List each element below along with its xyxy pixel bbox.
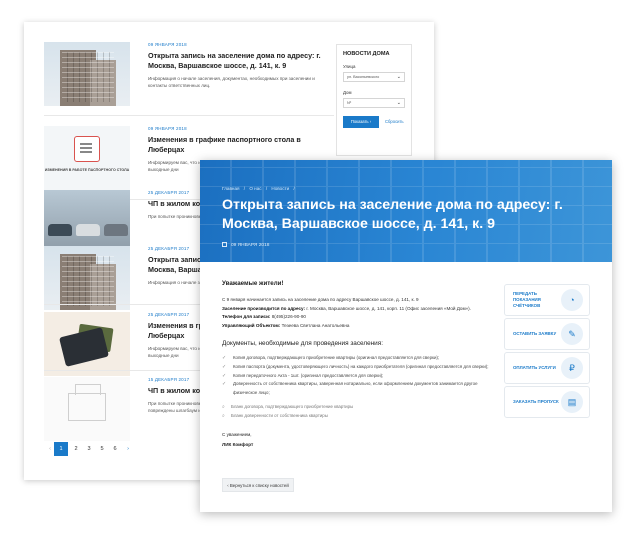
news-thumbnail[interactable] xyxy=(44,190,130,254)
breadcrumb: Главная / О нас / Новости / xyxy=(222,186,298,191)
news-title[interactable]: Изменения в графике паспортного стола в … xyxy=(148,135,334,155)
pagination-page[interactable]: 2 xyxy=(70,442,82,456)
pagination-next[interactable]: › xyxy=(122,442,134,456)
news-item[interactable]: 09 ЯНВАРЯ 2018 Открыта запись на заселен… xyxy=(44,42,334,106)
news-thumbnail[interactable] xyxy=(44,377,130,441)
service-label: ОПЛАТИТЬ УСЛУГИ xyxy=(513,365,556,370)
parking-image xyxy=(44,190,130,254)
news-title[interactable]: Открыта запись на заселение дома по адре… xyxy=(148,51,334,71)
phone-line: Телефон для записи: 8(495)226-90-90 xyxy=(222,313,498,322)
signature-org: ЛИК Комфорт xyxy=(222,442,254,448)
pagination-page[interactable]: 3 xyxy=(83,442,95,456)
article-window: Главная / О нас / Новости / Открыта запи… xyxy=(200,160,612,512)
back-to-news-button[interactable]: ‹ Вернуться к списку новостей xyxy=(222,478,294,492)
pagination-page[interactable]: 5 xyxy=(96,442,108,456)
service-label: ПЕРЕДАТЬ ПОКАЗАНИЯ СЧЁТЧИКОВ xyxy=(513,291,541,308)
breadcrumb-home[interactable]: Главная xyxy=(222,186,239,191)
reset-link[interactable]: Сбросить xyxy=(385,116,404,128)
signature-line: С уважением, xyxy=(222,432,252,438)
image-caption: ИЗМЕНЕНИЯ В РАБОТЕ ПАСПОРТНОГО СТОЛА xyxy=(44,168,130,172)
breadcrumb-news[interactable]: Новости xyxy=(271,186,289,191)
document-icon xyxy=(74,136,100,162)
show-button[interactable]: Показать › xyxy=(343,116,379,128)
service-pass-order[interactable]: ЗАКАЗАТЬ ПРОПУСК ▤ xyxy=(504,386,590,418)
list-item: Копия передаточного Акта - 1шт. (оригина… xyxy=(222,372,498,381)
manager-line: Управляющий Объектом: Тезеева Светлана А… xyxy=(222,322,498,331)
service-request[interactable]: ОСТАВИТЬ ЗАЯВКУ ✎ xyxy=(504,318,590,350)
pass-icon: ▤ xyxy=(561,391,583,413)
building-image xyxy=(44,246,130,310)
service-label: ОСТАВИТЬ ЗАЯВКУ xyxy=(513,331,557,336)
page-title: Открыта запись на заселение дома по адре… xyxy=(222,197,563,232)
building-image xyxy=(44,42,130,106)
address-label: Заселение производится по адресу: xyxy=(222,305,306,311)
divider xyxy=(44,115,334,116)
house-select[interactable]: Nº ⌄ xyxy=(343,98,405,108)
paragraph: С 9 января начинается запись на заселени… xyxy=(222,297,419,302)
street-select[interactable]: ул. Васильевского ⌄ xyxy=(343,72,405,82)
phone-value: 8(495)226-90-90 xyxy=(270,314,306,320)
list-item: Доверенность от собственника квартиры, з… xyxy=(222,380,498,397)
attachments: Бланк договора, подтверждающего приобрет… xyxy=(222,403,498,420)
filter-title: НОВОСТИ ДОМА xyxy=(343,51,390,57)
article-date: 09 ЯНВАРЯ 2018 xyxy=(222,242,269,248)
pagination-page[interactable]: 6 xyxy=(109,442,121,456)
news-thumbnail[interactable]: ИЗМЕНЕНИЯ В РАБОТЕ ПАСПОРТНОГО СТОЛА xyxy=(44,126,130,190)
greeting: Уважаемые жители! xyxy=(222,280,284,287)
address-line: Заселение производится по адресу: г. Мос… xyxy=(222,305,498,314)
meter-icon: ◔ xyxy=(561,289,583,311)
article-body: Уважаемые жители! С 9 января начинается … xyxy=(222,280,498,450)
calendar-icon xyxy=(222,242,227,247)
article-header: Главная / О нас / Новости / Открыта запи… xyxy=(200,160,612,262)
house-select-value: Nº xyxy=(347,101,352,105)
screenshot-stage: 09 ЯНВАРЯ 2018 Открыта запись на заселен… xyxy=(0,0,630,541)
breadcrumb-separator: / xyxy=(293,186,295,191)
breadcrumb-separator: / xyxy=(243,186,246,191)
documents-list: Копия договора, подтверждающего приобрет… xyxy=(222,354,498,397)
news-thumbnail[interactable] xyxy=(44,312,130,376)
breadcrumb-about[interactable]: О нас xyxy=(249,186,261,191)
house-label: Дом xyxy=(343,90,352,95)
news-date: 09 ЯНВАРЯ 2018 xyxy=(148,126,187,131)
attachment-link[interactable]: Бланк договора, подтверждающего приобрет… xyxy=(222,403,498,412)
manager-label: Управляющий Объектом: xyxy=(222,322,281,328)
service-label: ЗАКАЗАТЬ ПРОПУСК xyxy=(513,399,559,404)
passport-office-image: ИЗМЕНЕНИЯ В РАБОТЕ ПАСПОРТНОГО СТОЛА xyxy=(44,126,130,190)
article-date-text: 09 ЯНВАРЯ 2018 xyxy=(231,243,270,248)
breadcrumb-separator: / xyxy=(265,186,268,191)
street-label: Улица xyxy=(343,64,356,69)
news-filter-panel: НОВОСТИ ДОМА Улица ул. Васильевского ⌄ Д… xyxy=(336,44,412,156)
service-payment[interactable]: ОПЛАТИТЬ УСЛУГИ ₽ xyxy=(504,352,590,384)
sketch-image xyxy=(44,377,130,441)
passport-image xyxy=(44,312,130,376)
documents-heading: Документы, необходимые для проведения за… xyxy=(222,340,383,348)
news-date: 09 ЯНВАРЯ 2018 xyxy=(148,42,187,47)
chevron-down-icon: ⌄ xyxy=(396,74,401,80)
street-select-value: ул. Васильевского xyxy=(347,75,380,79)
service-meter-readings[interactable]: ПЕРЕДАТЬ ПОКАЗАНИЯ СЧЁТЧИКОВ ◔ xyxy=(504,284,590,316)
clipboard-icon: ✎ xyxy=(561,323,583,345)
phone-label: Телефон для записи: xyxy=(222,314,271,320)
news-description: Информация о начале заселения, документа… xyxy=(148,76,315,88)
list-item: Копия договора, подтверждающего приобрет… xyxy=(222,354,498,363)
list-item: Копия паспорта (документа, удостоверяюще… xyxy=(222,363,498,372)
payment-icon: ₽ xyxy=(561,357,583,379)
address-value: г. Москва, Варшавское шоссе, д. 141, кор… xyxy=(305,305,471,311)
news-thumbnail[interactable] xyxy=(44,42,130,106)
chevron-down-icon: ⌄ xyxy=(396,100,401,106)
attachment-link[interactable]: Бланк доверенности от собственника кварт… xyxy=(222,412,498,421)
signature: С уважением, ЛИК Комфорт xyxy=(222,430,498,450)
manager-value: Тезеева Светлана Анатольевна xyxy=(280,322,350,328)
news-thumbnail[interactable] xyxy=(44,246,130,310)
pagination-page[interactable]: 1 xyxy=(54,442,68,456)
